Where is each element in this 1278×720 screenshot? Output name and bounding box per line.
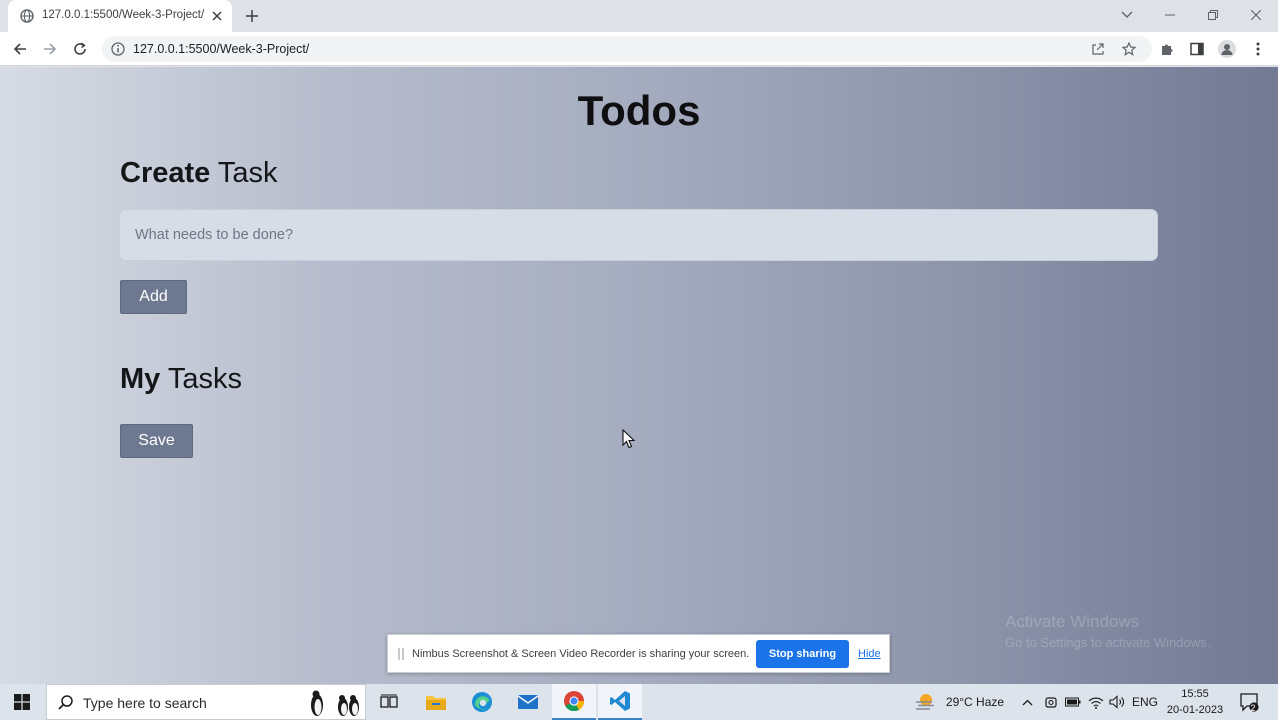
watermark-line1: Activate Windows xyxy=(1005,612,1140,631)
create-heading-light: Task xyxy=(217,157,278,189)
watermark-line2: Go to Settings to activate Windows. xyxy=(1005,635,1211,650)
stop-sharing-button[interactable]: Stop sharing xyxy=(756,640,849,668)
tab-title: 127.0.0.1:5500/Week-3-Project/ xyxy=(42,9,205,21)
profile-avatar-icon[interactable] xyxy=(1217,39,1237,59)
share-icon[interactable] xyxy=(1090,41,1106,57)
browser-toolbar: 127.0.0.1:5500/Week-3-Project/ xyxy=(0,32,1278,66)
back-arrow-icon[interactable] xyxy=(10,39,30,59)
bookmark-star-icon[interactable] xyxy=(1121,41,1137,57)
create-task-heading: Create Task xyxy=(120,157,277,190)
taskbar-search-box[interactable]: Type here to search xyxy=(46,684,366,720)
tasks-heading-light: Tasks xyxy=(167,363,242,395)
task-view-icon[interactable] xyxy=(367,684,411,720)
volume-icon[interactable] xyxy=(1108,684,1126,720)
windows-taskbar: Type here to search 29°C Haze ENG 15:55 … xyxy=(0,684,1278,720)
my-tasks-heading: My Tasks xyxy=(120,363,242,396)
save-button[interactable]: Save xyxy=(120,424,193,458)
show-hidden-icons-chevron-icon[interactable] xyxy=(1018,684,1036,720)
meet-now-icon[interactable] xyxy=(1042,684,1060,720)
edge-browser-icon[interactable] xyxy=(460,684,504,720)
file-explorer-icon[interactable] xyxy=(414,684,458,720)
url-text: 127.0.0.1:5500/Week-3-Project/ xyxy=(133,42,310,56)
mail-icon[interactable] xyxy=(506,684,550,720)
wifi-icon[interactable] xyxy=(1087,684,1105,720)
address-bar[interactable]: 127.0.0.1:5500/Week-3-Project/ xyxy=(102,36,1152,62)
search-placeholder: Type here to search xyxy=(83,695,207,711)
drag-handle-icon[interactable] xyxy=(398,648,404,660)
restore-icon[interactable] xyxy=(1203,6,1223,24)
notification-center-icon[interactable]: 2 xyxy=(1236,684,1262,720)
penguins-search-highlight-icon xyxy=(311,690,359,716)
browser-tab-bar: 127.0.0.1:5500/Week-3-Project/ xyxy=(0,0,1278,32)
hide-link[interactable]: Hide xyxy=(858,648,881,660)
new-tab-icon[interactable] xyxy=(242,6,262,26)
extensions-puzzle-icon[interactable] xyxy=(1157,39,1177,59)
forward-arrow-icon[interactable] xyxy=(40,39,60,59)
windows-start-icon[interactable] xyxy=(0,684,44,720)
mouse-cursor-icon xyxy=(622,429,636,449)
taskbar-clock[interactable]: 15:55 20-01-2023 xyxy=(1162,686,1228,718)
activate-windows-watermark: Activate Windows Go to Settings to activ… xyxy=(1005,612,1210,650)
globe-icon xyxy=(20,9,34,23)
vscode-icon[interactable] xyxy=(598,684,642,720)
create-heading-bold: Create xyxy=(120,157,211,189)
notification-count: 2 xyxy=(1250,703,1256,713)
weather-haze-icon[interactable] xyxy=(912,684,938,720)
tasks-heading-bold: My xyxy=(120,363,161,395)
minimize-icon[interactable] xyxy=(1160,6,1180,24)
task-input[interactable] xyxy=(119,209,1158,261)
weather-text[interactable]: 29°C Haze xyxy=(940,684,1010,720)
add-button[interactable]: Add xyxy=(120,280,187,314)
screen-sharing-bar: Nimbus Screenshot & Screen Video Recorde… xyxy=(387,634,890,673)
battery-icon[interactable] xyxy=(1064,684,1082,720)
side-panel-icon[interactable] xyxy=(1187,39,1207,59)
clock-date: 20-01-2023 xyxy=(1166,704,1224,716)
sharing-message: Nimbus Screenshot & Screen Video Recorde… xyxy=(412,648,750,660)
browser-menu-icon[interactable] xyxy=(1248,39,1268,59)
close-window-icon[interactable] xyxy=(1246,6,1266,24)
clock-time: 15:55 xyxy=(1181,688,1209,700)
tab-search-chevron-icon[interactable] xyxy=(1117,6,1137,24)
reload-icon[interactable] xyxy=(70,39,90,59)
site-info-icon[interactable] xyxy=(111,42,125,56)
page-title: Todos xyxy=(577,87,701,134)
search-icon xyxy=(58,695,73,710)
browser-tab[interactable]: 127.0.0.1:5500/Week-3-Project/ xyxy=(8,0,232,32)
page-viewport: Todos Create Task Add My Tasks Save Acti… xyxy=(0,67,1278,684)
close-tab-icon[interactable] xyxy=(208,7,226,25)
language-indicator[interactable]: ENG xyxy=(1130,684,1160,720)
chrome-icon[interactable] xyxy=(552,684,596,720)
